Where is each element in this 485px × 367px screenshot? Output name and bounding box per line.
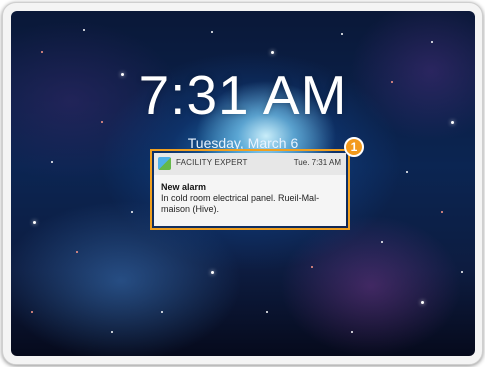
notification-highlight: FACILITY EXPERT Tue. 7:31 AM New alarm I… bbox=[150, 149, 350, 230]
notification-header: FACILITY EXPERT Tue. 7:31 AM bbox=[154, 153, 346, 175]
notification-title: New alarm bbox=[161, 182, 207, 192]
notification-time: Tue. 7:31 AM bbox=[293, 158, 341, 167]
lockscreen-clock: 7:31 AM bbox=[138, 64, 348, 126]
notification-app-name: FACILITY EXPERT bbox=[176, 158, 248, 167]
notification-body: In cold room electrical panel. Rueil-Mal… bbox=[161, 193, 320, 214]
notification-card[interactable]: FACILITY EXPERT Tue. 7:31 AM New alarm I… bbox=[154, 153, 346, 226]
callout-number-badge: 1 bbox=[344, 137, 364, 157]
facility-expert-app-icon bbox=[158, 157, 171, 170]
